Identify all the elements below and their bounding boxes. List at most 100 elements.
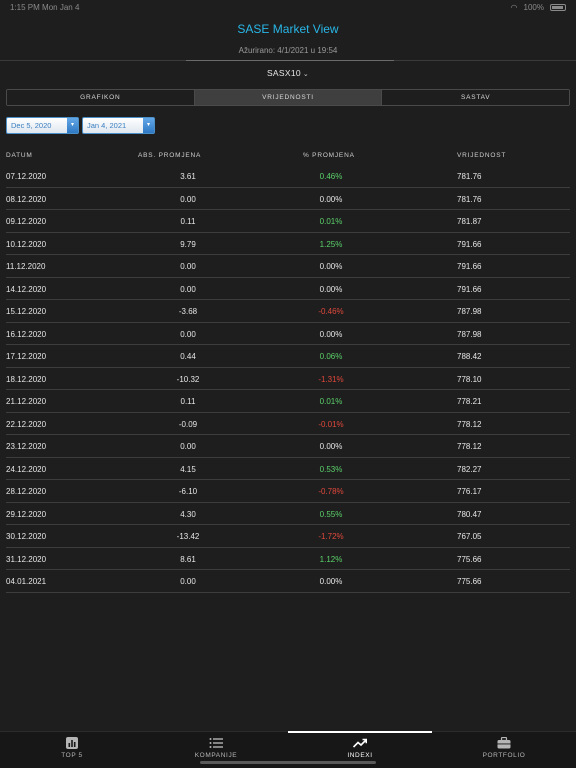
cell-pct-change: -0.78% [318, 487, 344, 496]
cell-value: 781.87 [457, 217, 482, 226]
cell-abs-change: 3.61 [180, 172, 196, 181]
tab-sastav[interactable]: SASTAV [382, 90, 569, 105]
cell-date: 23.12.2020 [6, 442, 47, 451]
dropdown-arrow-icon[interactable]: ▾ [143, 118, 154, 133]
cell-value: 791.66 [457, 262, 482, 271]
cell-pct-change: -1.31% [318, 374, 344, 384]
tabbar-kompanije-label: KOMPANIJE [194, 752, 238, 759]
table-row: 22.12.2020 -0.09 -0.01% 778.12 [6, 413, 570, 435]
cell-value: 780.47 [457, 509, 482, 519]
battery-percent: 100% [523, 3, 544, 12]
cell-value: 787.98 [457, 307, 482, 316]
briefcase-icon [497, 737, 511, 749]
header-value: VRIJEDNOST [457, 152, 507, 159]
tab-grafikon[interactable]: GRAFIKON [7, 90, 195, 105]
table-row: 17.12.2020 0.44 0.06% 788.42 [6, 345, 570, 368]
cell-date: 09.12.2020 [6, 217, 47, 226]
table-row: 23.12.2020 0.00 0.00% 778.12 [6, 435, 570, 458]
table-row: 21.12.2020 0.11 0.01% 778.21 [6, 390, 570, 413]
cell-date: 08.12.2020 [6, 194, 47, 204]
header-datum: DATUM [6, 152, 33, 159]
cell-pct-change: 0.00% [319, 442, 343, 451]
table-row: 30.12.2020 -13.42 -1.72% 767.05 [6, 525, 570, 548]
cell-pct-change: 0.00% [319, 262, 343, 271]
cell-date: 28.12.2020 [6, 487, 47, 496]
cell-abs-change: 9.79 [180, 239, 196, 249]
cell-abs-change: 0.00 [180, 329, 196, 339]
table-row: 04.01.2021 0.00 0.00% 775.66 [6, 570, 570, 593]
cell-date: 07.12.2020 [6, 172, 47, 181]
cell-value: 791.66 [457, 239, 482, 249]
cell-pct-change: 0.06% [319, 352, 343, 361]
cell-abs-change: 8.61 [180, 554, 196, 564]
chevron-down-icon: ⌄ [302, 71, 310, 78]
cell-pct-change: -0.46% [318, 307, 344, 316]
table-row: 16.12.2020 0.00 0.00% 787.98 [6, 323, 570, 345]
cell-pct-change: 0.00% [319, 284, 343, 294]
cell-abs-change: 0.00 [180, 442, 196, 451]
tab-vrijednosti[interactable]: VRIJEDNOSTI [194, 90, 383, 105]
cell-abs-change: 4.15 [180, 464, 196, 474]
cell-abs-change: 0.00 [180, 194, 196, 204]
tab-bar: TOP 5 KOMPANIJE INDEXI PORTFOLIO [0, 731, 576, 768]
wifi-icon: ◠ [510, 3, 518, 12]
cell-pct-change: 1.12% [319, 554, 343, 564]
cell-abs-change: -6.10 [178, 487, 198, 496]
tabbar-top5[interactable]: TOP 5 [0, 732, 144, 768]
cell-value: 791.66 [457, 284, 482, 294]
index-selector[interactable]: SASX10 ⌄ [0, 68, 576, 78]
status-time: 1:15 PM [10, 3, 40, 12]
tabbar-portfolio-label: PORTFOLIO [482, 752, 526, 759]
table-row: 24.12.2020 4.15 0.53% 782.27 [6, 458, 570, 480]
cell-date: 17.12.2020 [6, 352, 47, 361]
cell-abs-change: 0.00 [180, 262, 196, 271]
date-from-picker[interactable]: Dec 5, 2020 ▾ [6, 117, 79, 134]
cell-pct-change: 0.01% [319, 217, 343, 226]
cell-value: 782.27 [457, 464, 482, 474]
dropdown-arrow-icon[interactable]: ▾ [67, 118, 78, 133]
cell-pct-change: 1.25% [319, 239, 343, 249]
status-date: Mon Jan 4 [42, 3, 80, 12]
status-time-date: 1:15 PM Mon Jan 4 [10, 3, 79, 12]
header-divider-mark [186, 60, 394, 61]
cell-date: 10.12.2020 [6, 239, 47, 249]
cell-date: 24.12.2020 [6, 464, 47, 474]
cell-value: 787.98 [457, 329, 482, 339]
cell-value: 778.12 [457, 419, 482, 429]
updated-timestamp: Ažurirano: 4/1/2021 u 19:54 [238, 46, 338, 55]
table-row: 09.12.2020 0.11 0.01% 781.87 [6, 210, 570, 233]
cell-value: 788.42 [457, 352, 482, 361]
cell-value: 781.76 [457, 194, 482, 204]
trending-up-icon [353, 738, 367, 748]
cell-date: 11.12.2020 [6, 262, 46, 271]
cell-abs-change: 0.11 [180, 217, 196, 226]
table-row: 10.12.2020 9.79 1.25% 791.66 [6, 233, 570, 255]
cell-date: 15.12.2020 [6, 307, 47, 316]
cell-value: 781.76 [457, 172, 482, 181]
cell-value: 775.66 [457, 577, 482, 586]
home-indicator [200, 761, 376, 764]
values-table: 07.12.2020 3.61 0.46% 781.76 08.12.2020 0.00 0… [6, 165, 570, 593]
cell-value: 778.21 [457, 397, 482, 406]
list-icon [209, 738, 223, 748]
table-row: 07.12.2020 3.61 0.46% 781.76 [6, 165, 570, 188]
cell-abs-change: 0.44 [180, 352, 196, 361]
date-to-value: Jan 4, 2021 [87, 121, 127, 130]
table-row: 14.12.2020 0.00 0.00% 791.66 [6, 278, 570, 300]
header-pct: % PROMJENA [303, 152, 355, 159]
cell-date: 18.12.2020 [6, 374, 47, 384]
cell-date: 30.12.2020 [6, 532, 47, 541]
status-bar: 1:15 PM Mon Jan 4 ◠ 100% [0, 0, 576, 14]
cell-abs-change: 0.00 [180, 577, 196, 586]
table-row: 11.12.2020 0.00 0.00% 791.66 [6, 255, 570, 278]
tabbar-portfolio[interactable]: PORTFOLIO [432, 732, 576, 768]
status-right: ◠ 100% [511, 3, 566, 12]
cell-pct-change: 0.00% [319, 194, 343, 204]
cell-date: 16.12.2020 [6, 329, 47, 339]
table-header: DATUM ABS. PROMJENA % PROMJENA VRIJEDNOS… [0, 150, 576, 164]
cell-abs-change: -13.42 [176, 532, 200, 541]
date-to-picker[interactable]: Jan 4, 2021 ▾ [82, 117, 155, 134]
cell-value: 776.17 [457, 487, 482, 496]
cell-value: 778.10 [457, 374, 482, 384]
date-range: Dec 5, 2020 ▾ Jan 4, 2021 ▾ [6, 117, 155, 134]
